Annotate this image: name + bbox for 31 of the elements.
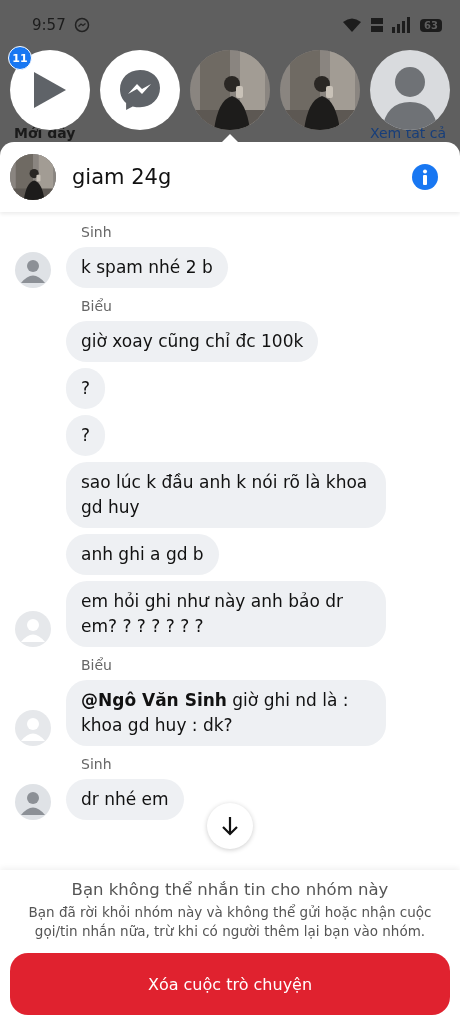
message-bubble: em hỏi ghi như này anh bảo dr em? ? ? ? ? ? ? <box>66 581 386 647</box>
message-bubble: @Ngô Văn Sinh giờ ghi nd là : khoa gd huy : dk? <box>66 680 386 746</box>
chat-title: giam 24g <box>72 165 173 189</box>
sender-name: Sinh <box>80 224 113 240</box>
count-badge: 11 <box>8 46 32 70</box>
notice-text: Bạn đã rời khỏi nhóm này và không thể gửi hoặc nhận cuộc gọi/tin nhắn nữa, trừ khi có người thêm lại bạn vào nhóm. <box>27 903 433 941</box>
sender-name: Biểu <box>80 298 113 314</box>
avatar-icon <box>15 611 51 647</box>
wifi-icon <box>342 17 363 33</box>
message-bubble: k spam nhé 2 b <box>66 247 228 288</box>
sender-name: Biểu <box>80 657 113 673</box>
signal-icon <box>392 17 413 33</box>
battery-level: 63 <box>420 18 442 32</box>
avatar-icon <box>15 252 51 288</box>
message-bubble: dr nhé em <box>66 779 184 820</box>
messenger-icon <box>118 68 162 112</box>
avatar-icon <box>15 710 51 746</box>
delete-chat-button[interactable]: Xóa cuộc trò chuyện <box>10 953 450 1015</box>
status-time: 9:57 <box>32 16 66 34</box>
message-bubble: ? <box>66 415 106 456</box>
message-bubble: anh ghi a gd b <box>66 534 219 575</box>
message-bubble: sao lúc k đầu anh k nói rõ là khoa gd huy <box>66 462 386 528</box>
info-icon[interactable] <box>412 164 438 190</box>
notice-title: Bạn không thể nhắn tin cho nhóm này <box>71 880 389 899</box>
play-icon <box>32 70 68 110</box>
avatar-icon <box>15 784 51 820</box>
message-bubble: ? <box>66 368 106 409</box>
arrow-down-icon <box>221 816 239 836</box>
message-bubble: giờ xoay cũng chỉ đc 100k <box>66 321 319 362</box>
sender-name: Sinh <box>80 756 113 772</box>
messenger-icon <box>73 17 90 33</box>
